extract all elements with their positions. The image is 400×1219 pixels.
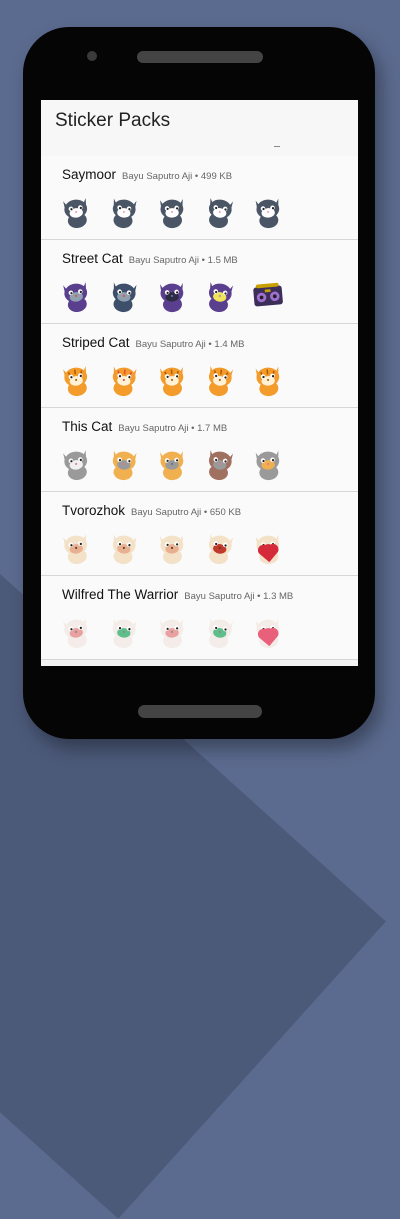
pack-meta: Bayu Saputro Aji • 1.4 MB xyxy=(135,339,245,350)
sticker-pack-row[interactable]: Wilfred The Warrior Bayu Saputro Aji • 1.… xyxy=(41,576,358,660)
sticker-pack-row[interactable]: Street Cat Bayu Saputro Aji • 1.5 MB xyxy=(41,240,358,324)
wilfred-sticker xyxy=(105,612,143,650)
sticker-preview-row xyxy=(57,360,287,398)
pack-size: 1.7 MB xyxy=(197,423,228,434)
street-cat-sticker xyxy=(105,276,143,314)
husky-sticker xyxy=(57,192,95,230)
this-cat-sticker xyxy=(153,444,191,482)
pack-publisher: Bayu Saputro Aji xyxy=(118,423,189,434)
tvorozhok-sticker xyxy=(153,528,191,566)
pack-header: Striped Cat Bayu Saputro Aji • 1.4 MB xyxy=(62,334,245,352)
husky-sticker xyxy=(249,192,287,230)
sticker-preview-row xyxy=(57,528,287,566)
sticker-pack-list: Saymoor Bayu Saputro Aji • 499 KB Street… xyxy=(41,156,358,660)
pack-meta: Bayu Saputro Aji • 1.5 MB xyxy=(128,255,238,266)
boombox-sticker xyxy=(249,276,287,314)
pack-size: 1.4 MB xyxy=(214,339,245,350)
this-cat-sticker xyxy=(249,444,287,482)
striped-cat-sticker xyxy=(201,360,239,398)
home-bar xyxy=(138,705,262,718)
pack-meta: Bayu Saputro Aji • 499 KB xyxy=(122,171,233,182)
striped-cat-sticker xyxy=(249,360,287,398)
pack-name: Tvorozhok xyxy=(62,503,126,518)
pack-publisher: Bayu Saputro Aji xyxy=(131,507,202,518)
speaker-grille xyxy=(137,51,263,63)
striped-cat-sticker xyxy=(57,360,95,398)
pack-meta: Bayu Saputro Aji • 650 KB xyxy=(131,507,242,518)
husky-sticker xyxy=(105,192,143,230)
wilfred-sticker xyxy=(201,612,239,650)
tvorozhok-sticker xyxy=(57,528,95,566)
sticker-pack-row[interactable]: This Cat Bayu Saputro Aji • 1.7 MB xyxy=(41,408,358,492)
pack-header: Tvorozhok Bayu Saputro Aji • 650 KB xyxy=(62,502,241,520)
pack-name: Wilfred The Warrior xyxy=(62,587,179,602)
page-title: Sticker Packs xyxy=(55,110,171,131)
wilfred-sticker xyxy=(153,612,191,650)
tvorozhok-sticker xyxy=(105,528,143,566)
wilfred-heart-sticker xyxy=(249,612,287,650)
sticker-pack-row[interactable]: Tvorozhok Bayu Saputro Aji • 650 KB xyxy=(41,492,358,576)
app-bar: Sticker Packs xyxy=(41,100,358,156)
striped-cat-sticker xyxy=(105,360,143,398)
this-cat-sticker xyxy=(57,444,95,482)
pack-size: 1.3 MB xyxy=(263,591,294,602)
tvorozhok-sticker xyxy=(201,528,239,566)
pack-meta: Bayu Saputro Aji • 1.3 MB xyxy=(184,591,294,602)
sticker-preview-row xyxy=(57,612,287,650)
pack-publisher: Bayu Saputro Aji xyxy=(135,339,206,350)
wilfred-sticker xyxy=(57,612,95,650)
sticker-pack-row[interactable]: Saymoor Bayu Saputro Aji • 499 KB xyxy=(41,156,358,240)
camera-icon xyxy=(87,51,97,61)
pack-meta: Bayu Saputro Aji • 1.7 MB xyxy=(118,423,228,434)
striped-cat-sticker xyxy=(153,360,191,398)
pack-header: Street Cat Bayu Saputro Aji • 1.5 MB xyxy=(62,250,238,268)
pack-name: This Cat xyxy=(62,419,113,434)
street-cat-sticker xyxy=(57,276,95,314)
tvorozhok-heart-sticker xyxy=(249,528,287,566)
pack-header: Saymoor Bayu Saputro Aji • 499 KB xyxy=(62,166,232,184)
this-cat-sticker xyxy=(201,444,239,482)
pack-size: 499 KB xyxy=(200,171,233,182)
pack-header: Wilfred The Warrior Bayu Saputro Aji • 1.… xyxy=(62,586,293,604)
pack-name: Saymoor xyxy=(62,167,117,182)
pack-name: Street Cat xyxy=(62,251,123,266)
sticker-preview-row xyxy=(57,276,287,314)
street-cat-sticker xyxy=(201,276,239,314)
pack-size: 1.5 MB xyxy=(207,255,238,266)
pack-header: This Cat Bayu Saputro Aji • 1.7 MB xyxy=(62,418,227,436)
loading-indicator xyxy=(274,146,280,147)
pack-size: 650 KB xyxy=(209,507,242,518)
husky-sticker xyxy=(201,192,239,230)
husky-sticker xyxy=(153,192,191,230)
pack-name: Striped Cat xyxy=(62,335,130,350)
app-screen: Sticker Packs Saymoor Bayu Saputro Aji • … xyxy=(41,100,358,666)
sticker-pack-row[interactable]: Striped Cat Bayu Saputro Aji • 1.4 MB xyxy=(41,324,358,408)
pack-publisher: Bayu Saputro Aji xyxy=(184,591,255,602)
pack-publisher: Bayu Saputro Aji xyxy=(128,255,200,266)
this-cat-sticker xyxy=(105,444,143,482)
pack-publisher: Bayu Saputro Aji xyxy=(122,171,193,182)
sticker-preview-row xyxy=(57,444,287,482)
street-cat-sticker xyxy=(153,276,191,314)
sticker-preview-row xyxy=(57,192,287,230)
